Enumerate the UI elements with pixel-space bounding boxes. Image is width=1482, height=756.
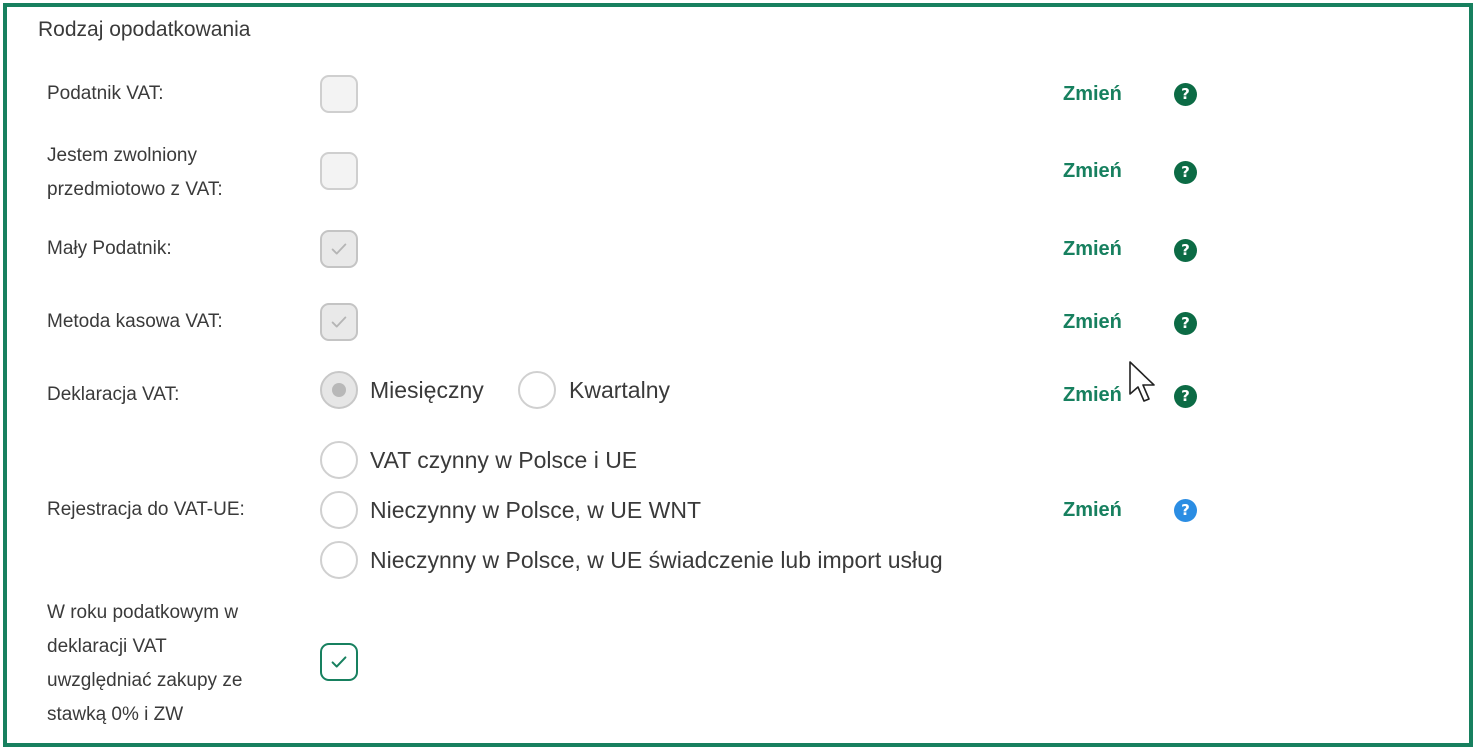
exempt-label-line2: przedmiotowo z VAT: xyxy=(47,179,223,200)
declaration-label: Deklaracja VAT: xyxy=(47,384,180,405)
exempt-label-line1: Jestem zwolniony xyxy=(47,145,197,166)
vat-ue-option-1-label: VAT czynny w Polsce i UE xyxy=(370,447,638,473)
exempt-change-link[interactable]: Zmień xyxy=(1063,158,1122,184)
vat-ue-label: Rejestracja do VAT-UE: xyxy=(47,499,245,520)
vat-ue-option-2-label: Nieczynny w Polsce, w UE WNT xyxy=(370,497,702,523)
help-icon[interactable]: ? xyxy=(1174,161,1197,184)
section-title: Rodzaj opodatkowania xyxy=(38,18,251,41)
help-icon[interactable]: ? xyxy=(1174,385,1197,408)
radio-dot xyxy=(332,383,346,397)
vat-ue-change-link[interactable]: Zmień xyxy=(1063,497,1122,523)
checkmark-icon xyxy=(331,316,347,328)
help-icon[interactable]: ? xyxy=(1174,499,1197,522)
zero-rate-checkbox[interactable] xyxy=(320,643,358,681)
vat-ue-option-3-radio[interactable] xyxy=(320,541,358,579)
zero-rate-label-line4: stawką 0% i ZW xyxy=(47,704,184,725)
small-taxpayer-change-link[interactable]: Zmień xyxy=(1063,236,1122,262)
checkmark-icon xyxy=(331,656,347,668)
mouse-pointer-icon xyxy=(1129,361,1155,402)
vat-payer-change-link[interactable]: Zmień xyxy=(1063,81,1122,107)
vat-ue-option-3-label: Nieczynny w Polsce, w UE świadczenie lub… xyxy=(370,547,943,573)
help-icon[interactable]: ? xyxy=(1174,83,1197,106)
vat-ue-option-1-radio[interactable] xyxy=(320,441,358,479)
declaration-quarterly-label: Kwartalny xyxy=(569,377,670,403)
checkmark-icon xyxy=(331,243,347,255)
cash-method-label: Metoda kasowa VAT: xyxy=(47,311,223,332)
exempt-checkbox[interactable] xyxy=(320,152,358,190)
small-taxpayer-label: Mały Podatnik: xyxy=(47,238,172,259)
cash-method-checkbox[interactable] xyxy=(320,303,358,341)
small-taxpayer-checkbox[interactable] xyxy=(320,230,358,268)
declaration-change-link[interactable]: Zmień xyxy=(1063,382,1122,408)
zero-rate-label-line1: W roku podatkowym w xyxy=(47,602,239,623)
tax-settings-panel xyxy=(3,3,1473,747)
help-icon[interactable]: ? xyxy=(1174,239,1197,262)
vat-ue-option-2-radio[interactable] xyxy=(320,491,358,529)
help-icon[interactable]: ? xyxy=(1174,312,1197,335)
zero-rate-label-line3: uwzględniać zakupy ze xyxy=(47,670,243,691)
declaration-quarterly-radio[interactable] xyxy=(518,371,556,409)
declaration-monthly-label: Miesięczny xyxy=(370,377,484,403)
zero-rate-label-line2: deklaracji VAT xyxy=(47,636,167,657)
vat-payer-label: Podatnik VAT: xyxy=(47,83,164,104)
vat-payer-checkbox[interactable] xyxy=(320,75,358,113)
cash-method-change-link[interactable]: Zmień xyxy=(1063,309,1122,335)
declaration-monthly-radio[interactable] xyxy=(320,371,358,409)
